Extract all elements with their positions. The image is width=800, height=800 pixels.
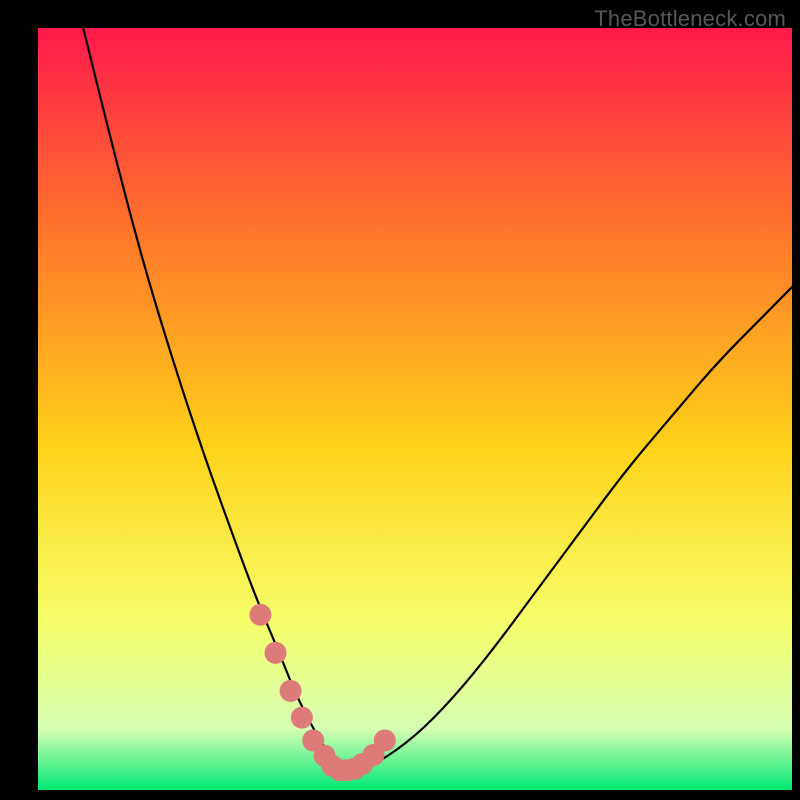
highlight-dot (249, 604, 271, 626)
bottleneck-chart (0, 0, 800, 800)
highlight-dot (374, 729, 396, 751)
watermark-text: TheBottleneck.com (594, 6, 786, 32)
highlight-dot (265, 642, 287, 664)
highlight-dot (280, 680, 302, 702)
highlight-dot (291, 707, 313, 729)
